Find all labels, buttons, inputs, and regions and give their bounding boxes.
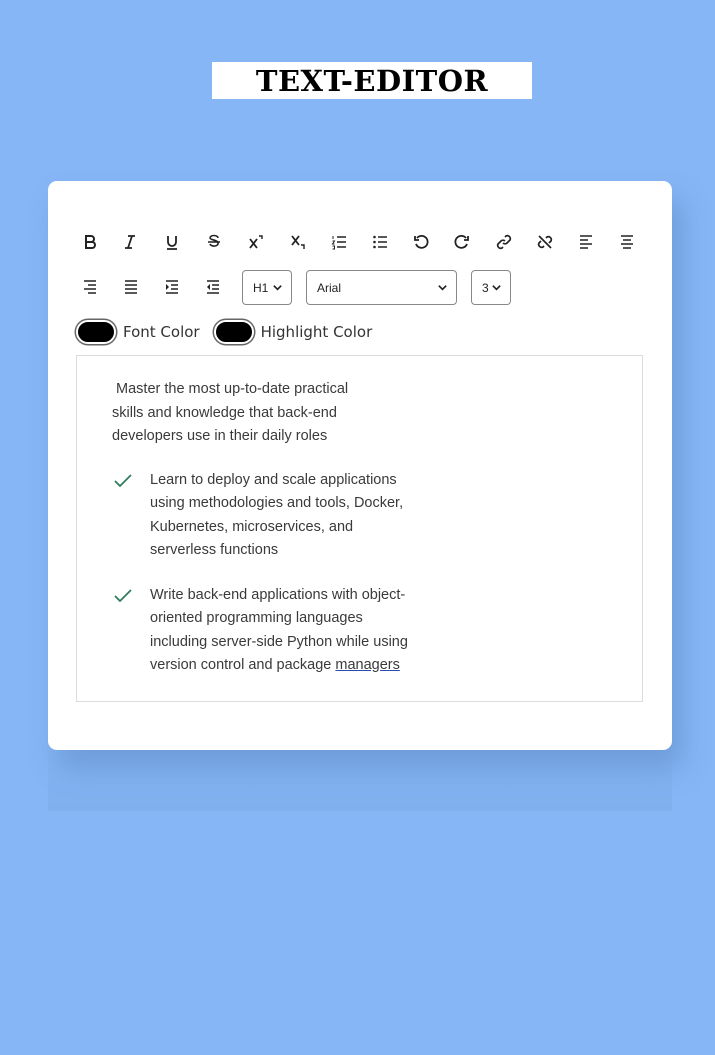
heading-select[interactable]: H1 <box>242 270 292 305</box>
subscript-button[interactable] <box>284 228 312 256</box>
underline-button[interactable] <box>158 228 186 256</box>
list-item-line: including server-side Python while using <box>150 633 408 650</box>
font-family-select[interactable]: Arial <box>306 270 457 305</box>
strikethrough-button[interactable] <box>200 228 228 256</box>
indent-button[interactable] <box>158 273 186 301</box>
list-item-text: Learn to deploy and scale applications u… <box>150 469 450 562</box>
outdent-icon <box>207 280 219 294</box>
page-title-box: TEXT-EDITOR <box>212 62 532 99</box>
editor-card: H1 Arial 3 Font Color Highlight Color Ma… <box>48 181 672 750</box>
indent-icon <box>166 280 178 294</box>
align-left-icon <box>580 235 592 249</box>
align-center-icon <box>621 235 633 249</box>
align-justify-icon <box>125 280 137 294</box>
intro-line: skills and knowledge that back-end <box>112 404 337 421</box>
font-size-select[interactable]: 3 <box>471 270 511 305</box>
intro-line: developers use in their daily roles <box>112 428 328 444</box>
strikethrough-icon <box>208 234 220 247</box>
align-left-button[interactable] <box>572 228 600 256</box>
font-family-select-value: Arial <box>317 280 342 295</box>
list-item-line: Write back-end applications with object- <box>150 587 406 603</box>
unordered-list-icon <box>373 235 387 249</box>
bold-icon <box>85 235 96 249</box>
list-item-text: Write back-end applications with object-… <box>150 584 450 677</box>
unordered-list-button[interactable] <box>366 228 394 256</box>
superscript-icon <box>249 235 263 249</box>
heading-select-value: H1 <box>253 280 269 295</box>
ordered-list-icon <box>331 236 346 250</box>
link-icon <box>496 234 512 250</box>
chevron-down-icon <box>273 285 282 291</box>
checkmark-icon <box>114 589 132 603</box>
unlink-button[interactable] <box>531 228 559 256</box>
font-size-select-value: 3 <box>482 280 489 295</box>
font-color-label: Font Color <box>123 323 200 341</box>
redo-icon <box>454 234 469 249</box>
font-color-picker[interactable] <box>76 320 116 344</box>
superscript-button[interactable] <box>242 228 270 256</box>
align-center-button[interactable] <box>613 228 641 256</box>
ordered-list-button[interactable] <box>325 228 353 256</box>
undo-icon <box>414 234 429 249</box>
bold-button[interactable] <box>76 228 104 256</box>
list-item-line-prefix: version control and package <box>150 656 336 673</box>
unlink-icon <box>537 235 553 249</box>
page-title: TEXT-EDITOR <box>255 63 489 98</box>
editor-content-area[interactable]: Master the most up-to-date practical ski… <box>76 355 643 702</box>
subscript-icon <box>291 235 305 249</box>
list-item-line: Kubernetes, microservices, and <box>150 518 354 535</box>
list-item-line: version control and package managers <box>150 654 450 677</box>
checkmark-icon <box>114 474 132 488</box>
intro-paragraph: Master the most up-to-date practical ski… <box>112 378 412 449</box>
align-right-button[interactable] <box>76 273 104 301</box>
list-item-line: Learn to deploy and scale applications <box>150 472 397 488</box>
chevron-down-icon <box>492 285 501 291</box>
link-button[interactable] <box>490 228 518 256</box>
outdent-button[interactable] <box>199 273 227 301</box>
underline-icon <box>167 236 177 250</box>
list-item-line: serverless functions <box>150 541 279 558</box>
highlight-color-label: Highlight Color <box>260 323 373 341</box>
align-justify-button[interactable] <box>117 273 145 301</box>
chevron-down-icon <box>438 285 447 291</box>
highlight-color-picker[interactable] <box>213 320 254 344</box>
undo-button[interactable] <box>407 228 435 256</box>
redo-button[interactable] <box>448 228 476 256</box>
intro-line: Master the most up-to-date practical <box>112 381 349 397</box>
align-right-icon <box>84 280 96 294</box>
italic-button[interactable] <box>116 228 144 256</box>
spellcheck-word: managers <box>335 656 400 673</box>
list-item-line: oriented programming languages <box>150 610 363 627</box>
italic-icon <box>125 235 135 249</box>
list-item-line: using methodologies and tools, Docker, <box>150 495 404 512</box>
color-controls: Font Color Highlight Color <box>76 320 372 344</box>
